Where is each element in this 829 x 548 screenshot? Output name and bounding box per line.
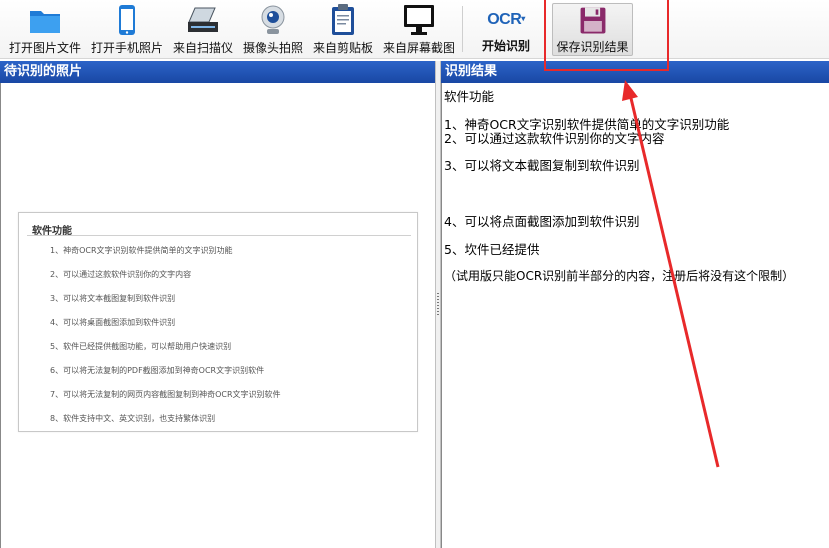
annotation-highlight-box xyxy=(544,0,669,71)
preview-list-item: 3、可以将文本截图复制到软件识别 xyxy=(50,294,176,303)
result-line: （试用版只能OCR识别前半部分的内容，注册后将没有这个限制） xyxy=(444,269,795,283)
from-clipboard-label: 来自剪贴板 xyxy=(312,41,373,55)
result-text-area[interactable] xyxy=(441,83,829,548)
folder-icon xyxy=(30,11,60,33)
dropdown-caret-icon: ▾ xyxy=(521,14,525,23)
clipboard-icon xyxy=(332,4,354,35)
preview-list-item: 8、软件支持中文、英文识别，也支持繁体识别 xyxy=(50,414,216,423)
preview-image: 软件功能 1、神奇OCR文字识别软件提供简单的文字识别功能 2、可以通过这款软件… xyxy=(18,212,418,432)
from-scanner-button[interactable]: 来自扫描仪 xyxy=(171,0,235,58)
grip-icon xyxy=(437,293,439,317)
ocr-logo: OCR▾ xyxy=(487,11,525,28)
divider xyxy=(27,235,411,236)
result-line: 4、可以将点面截图添加到软件识别 xyxy=(444,214,640,229)
from-screenshot-label: 来自屏幕截图 xyxy=(382,41,455,55)
scanner-icon xyxy=(188,7,218,32)
open-image-file-button[interactable]: 打开图片文件 xyxy=(7,0,83,58)
webcam-icon xyxy=(261,5,285,34)
start-recognition-button[interactable]: OCR▾ 开始识别 xyxy=(474,0,538,58)
left-panel-header: 待识别的照片 xyxy=(0,61,435,83)
left-panel-title: 待识别的照片 xyxy=(4,64,83,79)
right-panel-title: 识别结果 xyxy=(445,64,498,79)
preview-list-item: 6、可以将无法复制的PDF截图添加到神奇OCR文字识别软件 xyxy=(50,366,265,375)
result-line: 5、坎件已经提供 xyxy=(444,242,540,257)
from-screenshot-button[interactable]: 来自屏幕截图 xyxy=(381,0,457,58)
webcam-photo-label: 摄像头拍照 xyxy=(242,41,303,55)
monitor-icon xyxy=(404,5,434,35)
preview-list-item: 5、软件已经提供截图功能，可以帮助用户快速识别 xyxy=(50,342,232,351)
result-line: 2、可以通过这款软件识别你的文字内容 xyxy=(444,131,665,146)
result-line: 3、可以将文本截图复制到软件识别 xyxy=(444,158,640,173)
phone-icon xyxy=(119,5,135,35)
preview-list-item: 1、神奇OCR文字识别软件提供简单的文字识别功能 xyxy=(50,246,233,255)
open-image-file-label: 打开图片文件 xyxy=(8,41,81,55)
from-clipboard-button[interactable]: 来自剪贴板 xyxy=(311,0,375,58)
result-line: 软件功能 xyxy=(444,89,495,104)
toolbar: 打开图片文件 打开手机照片 来自扫描仪 摄像头拍照 来自剪贴板 来自屏幕截图 O… xyxy=(0,0,829,59)
preview-list-item: 2、可以通过这款软件识别你的文字内容 xyxy=(50,270,192,279)
preview-list-item: 7、可以将无法复制的网页内容截图复制到神奇OCR文字识别软件 xyxy=(50,390,281,399)
from-scanner-label: 来自扫描仪 xyxy=(172,41,233,55)
open-phone-photo-label: 打开手机照片 xyxy=(90,41,163,55)
start-recognition-label: 开始识别 xyxy=(481,39,530,53)
preview-list-item: 4、可以将桌面截图添加到软件识别 xyxy=(50,318,176,327)
webcam-photo-button[interactable]: 摄像头拍照 xyxy=(241,0,305,58)
open-phone-photo-button[interactable]: 打开手机照片 xyxy=(89,0,165,58)
toolbar-separator xyxy=(462,6,463,52)
